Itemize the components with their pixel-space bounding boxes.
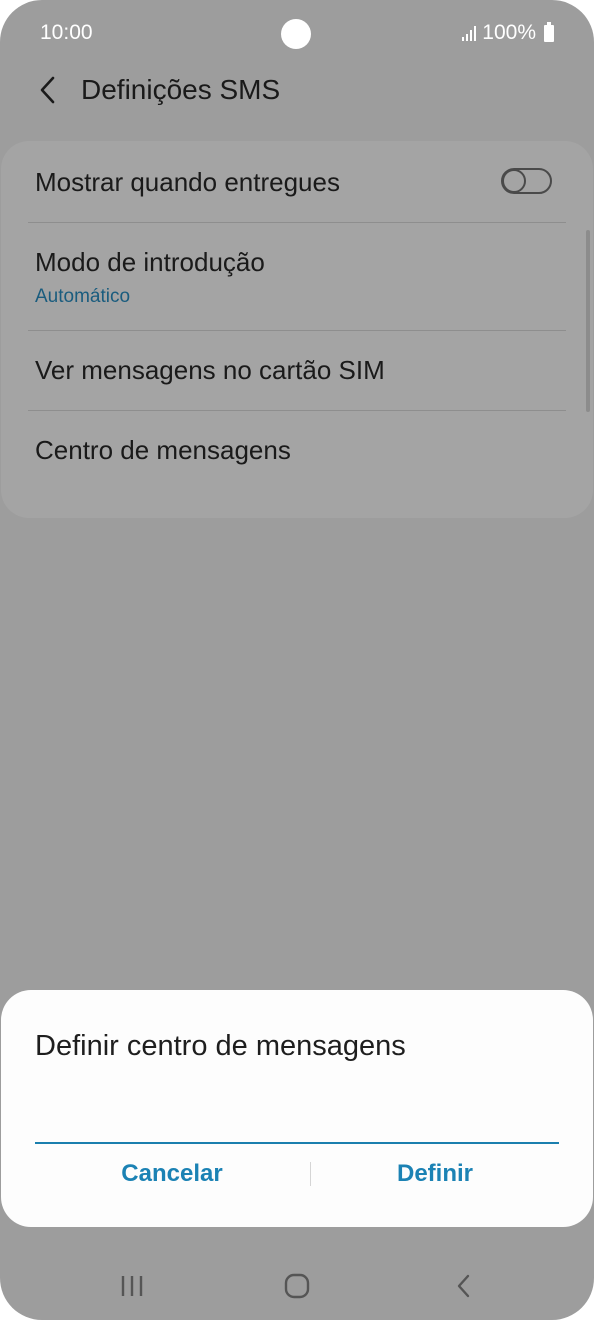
scrollbar[interactable] <box>586 230 590 412</box>
navigation-bar <box>0 1250 594 1320</box>
app-header: Definições SMS <box>0 60 594 122</box>
home-button[interactable] <box>267 1268 327 1304</box>
set-button[interactable]: Definir <box>311 1152 559 1196</box>
signal-icon <box>462 25 477 41</box>
setting-view-sim-messages[interactable]: Ver mensagens no cartão SIM <box>1 331 593 410</box>
setting-label: Mostrar quando entregues <box>35 167 340 197</box>
recents-icon <box>121 1276 143 1296</box>
settings-list: Mostrar quando entregues Modo de introdu… <box>1 141 593 518</box>
camera-cutout <box>281 19 311 49</box>
message-center-input[interactable] <box>35 1094 559 1144</box>
status-indicators: 100% <box>462 21 554 45</box>
setting-input-mode[interactable]: Modo de introdução Automático <box>1 223 593 330</box>
setting-message-center[interactable]: Centro de mensagens <box>1 411 593 493</box>
cancel-button[interactable]: Cancelar <box>35 1152 309 1196</box>
page-title: Definições SMS <box>81 74 281 105</box>
status-time: 10:00 <box>40 21 93 44</box>
nav-back-button[interactable] <box>434 1268 494 1304</box>
recents-button[interactable] <box>102 1268 162 1304</box>
message-center-dialog: Definir centro de mensagens Cancelar Def… <box>1 990 593 1227</box>
home-icon <box>284 1273 310 1299</box>
dialog-title: Definir centro de mensagens <box>35 1030 406 1062</box>
setting-show-when-delivered[interactable]: Mostrar quando entregues <box>1 141 593 222</box>
setting-label: Ver mensagens no cartão SIM <box>35 355 385 385</box>
battery-icon <box>544 21 554 42</box>
setting-value: Automático <box>35 286 131 307</box>
delivered-toggle[interactable] <box>501 168 552 194</box>
setting-label: Modo de introdução <box>35 247 265 277</box>
phone-screen: 10:00 100% Definições SMS Mostrar quando… <box>0 0 594 1320</box>
chevron-left-icon <box>40 76 55 104</box>
setting-label: Centro de mensagens <box>35 435 291 465</box>
nav-back-icon <box>457 1274 470 1298</box>
toggle-knob <box>502 169 526 193</box>
battery-percent: 100% <box>482 21 536 44</box>
back-button[interactable] <box>28 70 68 110</box>
